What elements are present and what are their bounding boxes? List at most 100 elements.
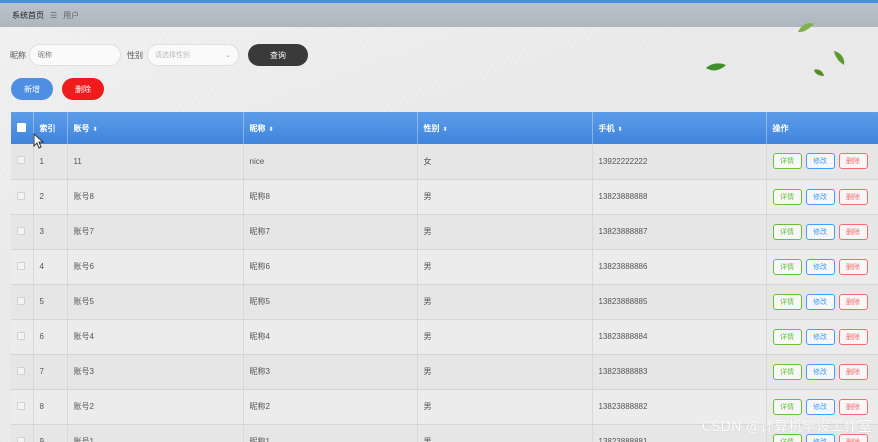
row-select-cell bbox=[11, 424, 34, 442]
toolbar: 新增 删除 bbox=[11, 78, 104, 100]
cell-nickname: 昵称2 bbox=[243, 389, 418, 425]
cell-account: 账号8 bbox=[67, 179, 244, 215]
detail-button[interactable]: 详情 bbox=[772, 258, 802, 275]
breadcrumb-separator-icon: ☰ bbox=[50, 10, 58, 20]
sort-icon[interactable]: ⬍ bbox=[618, 127, 623, 133]
column-header-actions: 操作 bbox=[772, 123, 789, 133]
cell-account: 11 bbox=[67, 144, 244, 180]
cell-nickname: 昵称4 bbox=[243, 319, 418, 355]
breadcrumb-home[interactable]: 系统首页 bbox=[12, 10, 44, 21]
cell-index: 7 bbox=[33, 354, 68, 390]
select-all-checkbox[interactable] bbox=[17, 122, 26, 132]
cell-gender: 男 bbox=[417, 249, 593, 285]
row-checkbox[interactable] bbox=[17, 436, 25, 442]
cell-gender: 男 bbox=[417, 389, 593, 425]
delete-button[interactable]: 删除 bbox=[62, 78, 104, 100]
cell-phone: 13823888885 bbox=[592, 284, 767, 320]
cell-phone: 13823888883 bbox=[592, 354, 767, 390]
column-header-gender[interactable]: 性别 ⬍ bbox=[417, 112, 593, 144]
cell-actions: 详情 修改 删除 bbox=[766, 354, 878, 390]
table-row: 1 11 nice 女 13922222222 详情 修改 删除 bbox=[11, 144, 878, 180]
edit-button[interactable]: 修改 bbox=[805, 328, 835, 345]
row-checkbox[interactable] bbox=[17, 296, 25, 305]
edit-button[interactable]: 修改 bbox=[805, 188, 835, 205]
cell-account: 账号5 bbox=[67, 284, 244, 320]
edit-button[interactable]: 修改 bbox=[805, 293, 835, 310]
cell-index: 9 bbox=[33, 424, 68, 442]
row-delete-button[interactable]: 删除 bbox=[838, 398, 868, 415]
row-checkbox[interactable] bbox=[17, 366, 25, 375]
cell-nickname: 昵称3 bbox=[243, 354, 418, 390]
cell-account: 账号6 bbox=[67, 249, 244, 285]
gender-select[interactable]: 请选择性别 ⌄ bbox=[147, 44, 239, 66]
cell-index: 4 bbox=[33, 249, 68, 285]
leaf-icon bbox=[706, 63, 726, 71]
detail-button[interactable]: 详情 bbox=[772, 188, 802, 205]
detail-button[interactable]: 详情 bbox=[772, 398, 802, 415]
row-select-cell bbox=[11, 284, 34, 320]
column-header-phone[interactable]: 手机 ⬍ bbox=[592, 112, 767, 144]
column-header-account[interactable]: 账号 ⬍ bbox=[67, 112, 244, 144]
breadcrumb-current: 用户 bbox=[63, 10, 80, 20]
detail-button[interactable]: 详情 bbox=[772, 153, 802, 170]
edit-button[interactable]: 修改 bbox=[805, 398, 835, 415]
cell-nickname: nice bbox=[243, 144, 418, 180]
cell-nickname: 昵称8 bbox=[243, 179, 418, 215]
row-delete-button[interactable]: 删除 bbox=[838, 153, 868, 170]
cell-gender: 男 bbox=[417, 319, 593, 355]
row-select-cell bbox=[11, 319, 34, 355]
row-checkbox[interactable] bbox=[17, 156, 25, 165]
cell-actions: 详情 修改 删除 bbox=[766, 284, 878, 320]
cell-nickname: 昵称1 bbox=[243, 424, 418, 442]
cell-phone: 13922222222 bbox=[592, 144, 767, 180]
row-checkbox[interactable] bbox=[17, 401, 25, 410]
leaf-icon bbox=[814, 69, 824, 76]
row-delete-button[interactable]: 删除 bbox=[838, 258, 868, 275]
column-header-nickname[interactable]: 昵称 ⬍ bbox=[243, 112, 418, 144]
add-button[interactable]: 新增 bbox=[11, 78, 53, 100]
table-row: 5 账号5 昵称5 男 13823888885 详情 修改 删除 bbox=[11, 284, 878, 320]
edit-button[interactable]: 修改 bbox=[805, 363, 835, 380]
row-checkbox[interactable] bbox=[17, 226, 25, 235]
search-bar: 昵称 性别 请选择性别 ⌄ 查询 bbox=[10, 44, 308, 66]
row-delete-button[interactable]: 删除 bbox=[838, 328, 868, 345]
cell-gender: 男 bbox=[417, 179, 593, 215]
cell-gender: 男 bbox=[417, 284, 593, 320]
row-delete-button[interactable]: 删除 bbox=[838, 293, 868, 310]
cell-index: 2 bbox=[33, 179, 68, 215]
sort-icon[interactable]: ⬍ bbox=[443, 127, 448, 133]
gender-label: 性别 bbox=[127, 50, 143, 60]
detail-button[interactable]: 详情 bbox=[772, 223, 802, 240]
nickname-search-input[interactable] bbox=[29, 44, 121, 66]
breadcrumb: 系统首页 ☰ 用户 bbox=[0, 3, 878, 27]
sort-icon[interactable]: ⬍ bbox=[269, 127, 274, 133]
cell-gender: 男 bbox=[417, 214, 593, 250]
sort-icon[interactable]: ⬍ bbox=[93, 127, 98, 133]
detail-button[interactable]: 详情 bbox=[772, 328, 802, 345]
row-checkbox[interactable] bbox=[17, 331, 25, 340]
row-checkbox[interactable] bbox=[17, 261, 25, 270]
detail-button[interactable]: 详情 bbox=[772, 293, 802, 310]
cell-account: 账号2 bbox=[67, 389, 244, 425]
cell-gender: 男 bbox=[417, 424, 593, 442]
edit-button[interactable]: 修改 bbox=[805, 223, 835, 240]
cell-index: 6 bbox=[33, 319, 68, 355]
row-checkbox[interactable] bbox=[17, 191, 25, 200]
cell-actions: 详情 修改 删除 bbox=[766, 319, 878, 355]
cell-actions: 详情 修改 删除 bbox=[766, 144, 878, 180]
chevron-down-icon: ⌄ bbox=[223, 52, 233, 59]
mouse-cursor-icon bbox=[33, 133, 45, 149]
table-row: 2 账号8 昵称8 男 13823888888 详情 修改 删除 bbox=[11, 179, 878, 215]
edit-button[interactable]: 修改 bbox=[805, 153, 835, 170]
cell-actions: 详情 修改 删除 bbox=[766, 249, 878, 285]
edit-button[interactable]: 修改 bbox=[805, 258, 835, 275]
cell-index: 1 bbox=[33, 144, 68, 180]
row-delete-button[interactable]: 删除 bbox=[838, 223, 868, 240]
row-delete-button[interactable]: 删除 bbox=[838, 363, 868, 380]
row-delete-button[interactable]: 删除 bbox=[838, 188, 868, 205]
row-select-cell bbox=[11, 249, 34, 285]
detail-button[interactable]: 详情 bbox=[772, 363, 802, 380]
query-button[interactable]: 查询 bbox=[248, 44, 308, 66]
cell-actions: 详情 修改 删除 bbox=[766, 179, 878, 215]
row-select-cell bbox=[11, 214, 34, 250]
